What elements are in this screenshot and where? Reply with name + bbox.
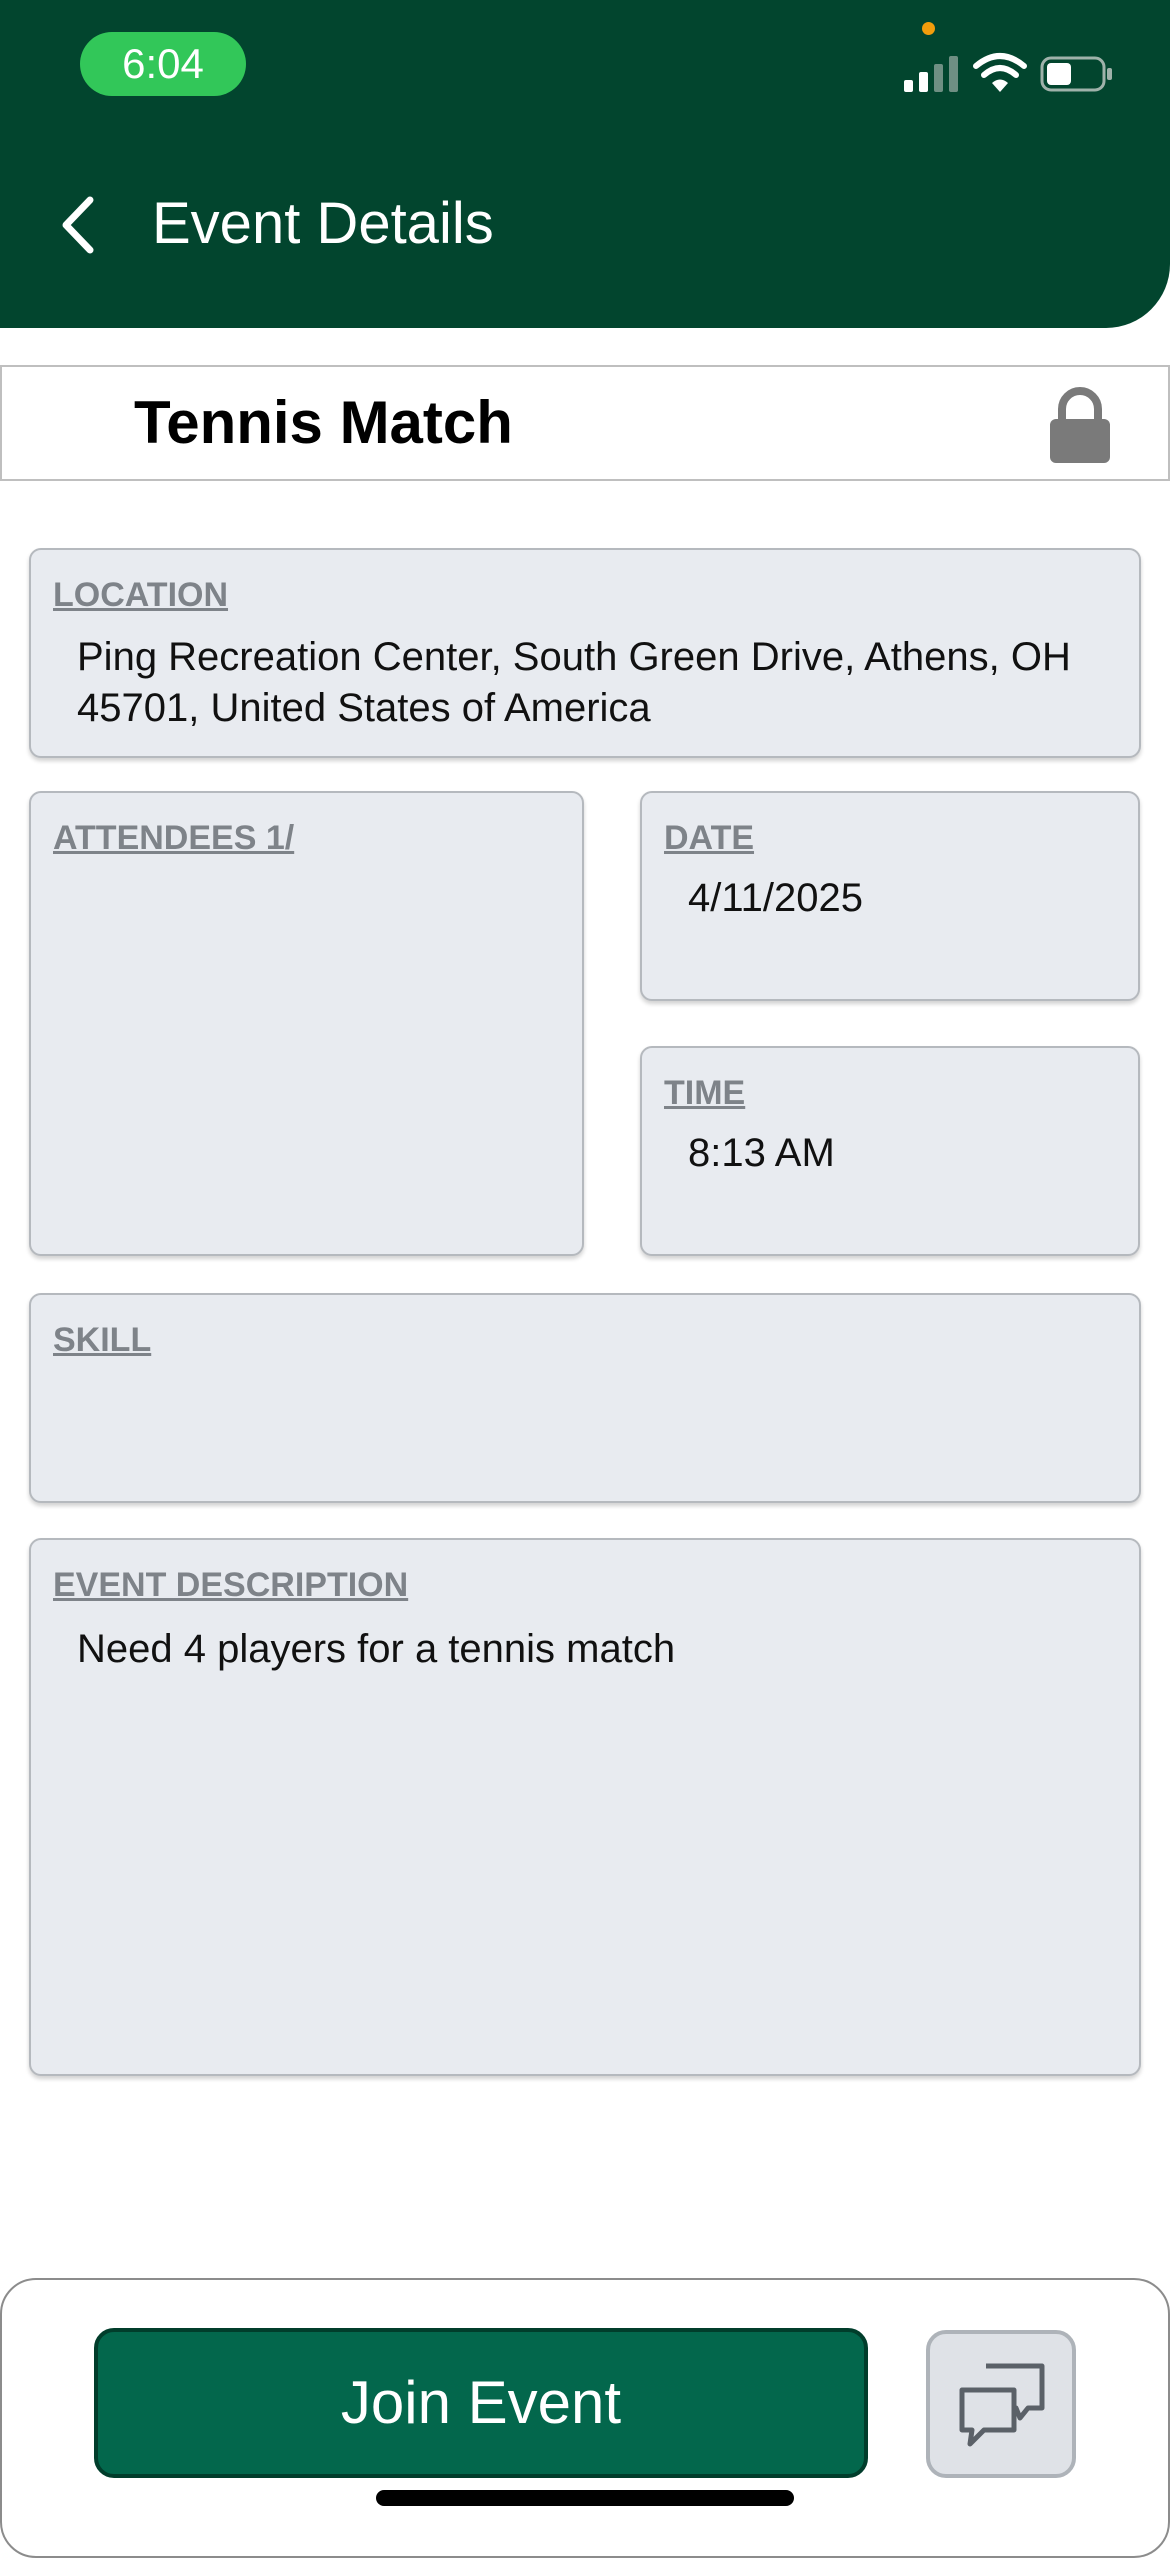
join-event-button[interactable]: Join Event bbox=[94, 2328, 868, 2478]
page-title: Event Details bbox=[152, 191, 494, 256]
chat-button[interactable] bbox=[926, 2330, 1076, 2478]
date-label: DATE bbox=[664, 819, 755, 857]
time-label: TIME bbox=[664, 1074, 746, 1112]
time-card: TIME 8:13 AM bbox=[640, 1046, 1140, 1256]
skill-label: SKILL bbox=[53, 1321, 152, 1359]
description-label: EVENT DESCRIPTION bbox=[53, 1566, 409, 1604]
signal-icon bbox=[904, 56, 958, 92]
home-indicator bbox=[376, 2490, 794, 2506]
status-time: 6:04 bbox=[80, 32, 246, 96]
description-value: Need 4 players for a tennis match bbox=[77, 1627, 676, 1671]
attendees-card: ATTENDEES 1/ bbox=[29, 791, 584, 1256]
location-label: LOCATION bbox=[53, 576, 229, 614]
date-value: 4/11/2025 bbox=[688, 876, 863, 920]
location-card: LOCATION Ping Recreation Center, South G… bbox=[29, 548, 1141, 758]
bottom-action-bar: Join Event bbox=[0, 2278, 1170, 2558]
event-title: Tennis Match bbox=[134, 389, 513, 456]
wifi-icon bbox=[973, 53, 1027, 92]
skill-card: SKILL bbox=[29, 1293, 1141, 1503]
lock-icon bbox=[1050, 387, 1110, 463]
chevron-left-icon[interactable] bbox=[50, 190, 110, 260]
attendees-label: ATTENDEES 1/ bbox=[53, 819, 295, 857]
chat-bubbles-icon bbox=[959, 2363, 1045, 2447]
date-card: DATE 4/11/2025 bbox=[640, 791, 1140, 1001]
time-value: 8:13 AM bbox=[688, 1131, 835, 1175]
privacy-indicator-dot bbox=[922, 22, 935, 35]
event-title-bar: Tennis Match bbox=[0, 365, 1170, 481]
app-header: 6:04 Event Details bbox=[0, 0, 1170, 328]
location-value: Ping Recreation Center, South Green Driv… bbox=[77, 635, 1071, 730]
description-card: EVENT DESCRIPTION Need 4 players for a t… bbox=[29, 1538, 1141, 2076]
battery-icon bbox=[1040, 56, 1112, 92]
